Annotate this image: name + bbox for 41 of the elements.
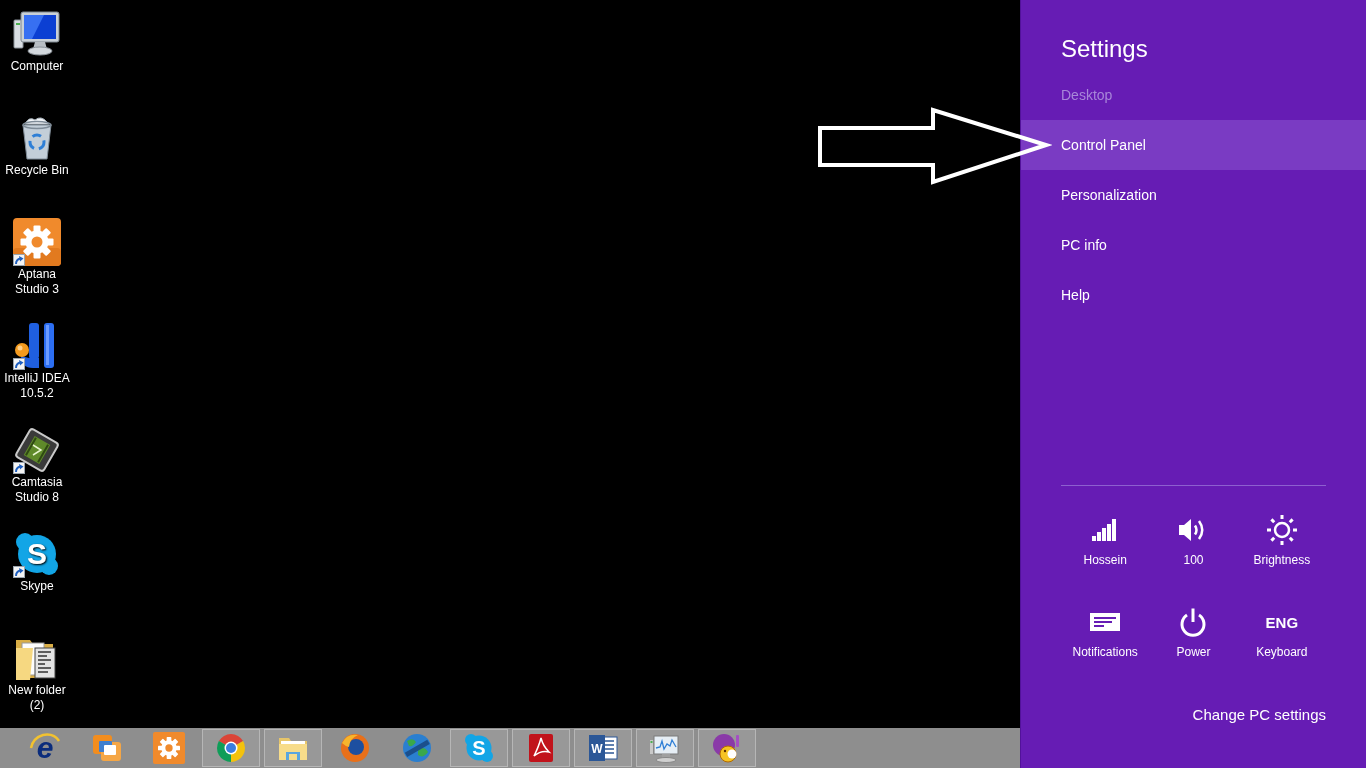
- quick-setting-button[interactable]: Notifications: [1063, 608, 1148, 660]
- computer-icon: [13, 10, 61, 58]
- wheel-logo-icon: [215, 732, 247, 764]
- desktop-item[interactable]: IntelliJ IDEA 10.5.2: [1, 322, 73, 401]
- desktop-item[interactable]: Recycle Bin: [1, 114, 73, 178]
- desktop-item[interactable]: Aptana Studio 3: [1, 218, 73, 297]
- language-code: ENG: [1265, 613, 1299, 631]
- taskbar-button[interactable]: [264, 729, 322, 767]
- settings-menu-item[interactable]: Personalization: [1021, 170, 1366, 220]
- gear-tile-icon: [153, 732, 185, 764]
- quick-setting-button[interactable]: 100: [1151, 516, 1236, 568]
- settings-menu-item[interactable]: PC info: [1021, 220, 1366, 270]
- context-label: Desktop: [1061, 86, 1113, 105]
- desktop-item[interactable]: S Skype: [1, 530, 73, 594]
- power-icon: [1179, 607, 1208, 637]
- sun-icon: [1266, 515, 1297, 545]
- settings-menu-item[interactable]: Control Panel: [1021, 120, 1366, 170]
- desktop-item[interactable]: Computer: [1, 10, 73, 74]
- quick-setting-button[interactable]: Hossein: [1063, 516, 1148, 568]
- settings-menu-item[interactable]: Help: [1021, 270, 1366, 320]
- message-icon: [1090, 613, 1121, 631]
- globe-icon: [401, 732, 433, 764]
- taskbar-button[interactable]: [636, 729, 694, 767]
- s-logo-icon: S: [463, 732, 495, 764]
- desktop-item[interactable]: New folder (2): [1, 634, 73, 713]
- change-pc-settings-link[interactable]: Change PC settings: [1192, 705, 1326, 725]
- overlapping-squares-icon: [91, 732, 123, 764]
- taskbar-button[interactable]: [512, 729, 570, 767]
- taskbar-button[interactable]: [202, 729, 260, 767]
- taskbar-button[interactable]: e: [16, 729, 74, 767]
- quick-setting-button[interactable]: Power: [1151, 608, 1236, 660]
- gear-tile-icon: [13, 218, 61, 266]
- taskbar-button[interactable]: W: [574, 729, 632, 767]
- taskbar-button[interactable]: [698, 729, 756, 767]
- monitor-chart-icon: [649, 732, 681, 764]
- globe-logo-icon: [339, 732, 371, 764]
- desktop-item[interactable]: Camtasia Studio 8: [1, 426, 73, 505]
- panel-title: Settings: [1061, 34, 1148, 64]
- quick-setting-button[interactable]: Brightness: [1239, 516, 1324, 568]
- quick-setting-button[interactable]: ENG Keyboard: [1239, 608, 1324, 660]
- signal-bars-icon: [1092, 519, 1119, 541]
